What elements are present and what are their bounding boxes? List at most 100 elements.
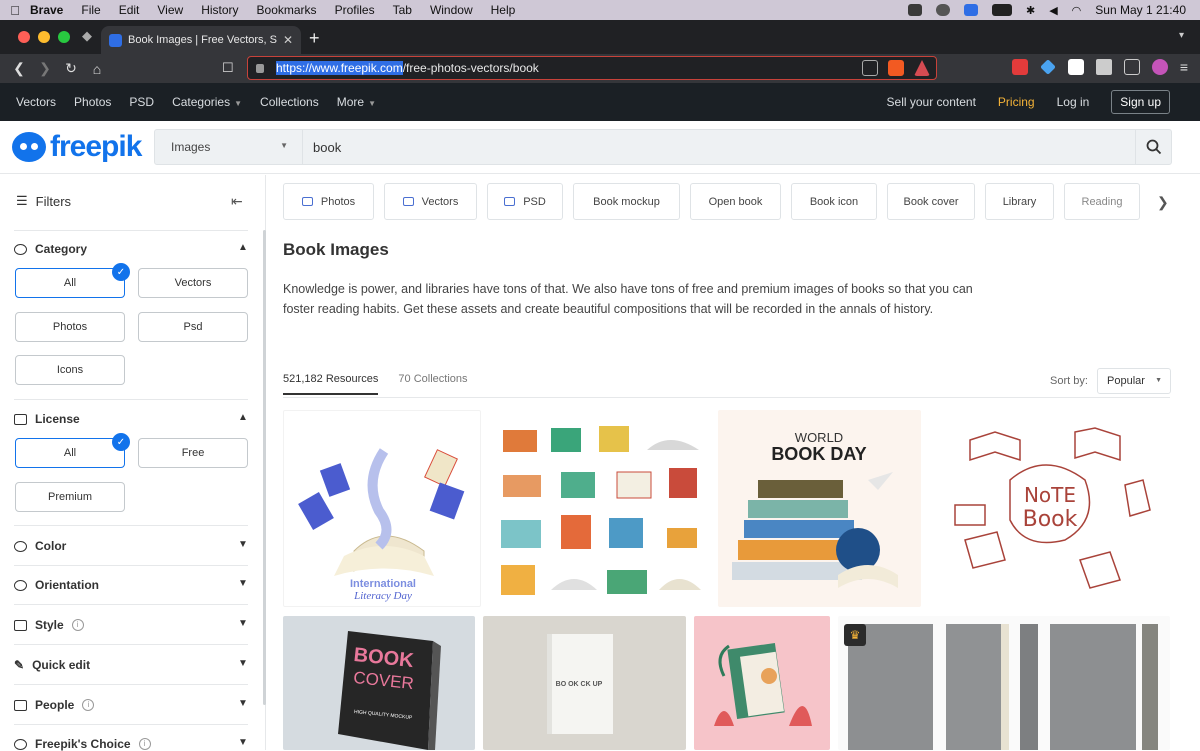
chevron-down-icon[interactable]: ▼ [238,539,248,550]
chevron-down-icon[interactable]: ▼ [238,658,248,669]
signup-button[interactable]: Sign up [1111,90,1170,114]
image-card-book-cover-mockup[interactable]: BOOK COVER HIGH QUALITY MOCKUP [283,616,475,750]
status-app-icon[interactable] [907,4,922,16]
nav-collections[interactable]: Collections [260,95,319,109]
chevron-up-icon[interactable]: ▲ [238,242,248,253]
qr-code-icon[interactable] [862,60,878,76]
status-translate-icon[interactable] [963,4,978,16]
chevron-down-icon[interactable]: ▼ [238,618,248,629]
sidebar-scrollbar[interactable] [263,230,266,705]
license-premium-option[interactable]: Premium [15,482,125,512]
chip-photos[interactable]: Photos [283,183,374,220]
puzzle-extensions-icon[interactable] [1095,59,1112,75]
license-free-option[interactable]: Free [138,438,248,468]
image-card-white-mockup[interactable]: BO OK CK UP [483,616,686,750]
category-all-option[interactable]: All ✓ [15,263,130,298]
x-extension-icon[interactable] [1067,59,1084,75]
tab-collections[interactable]: 70 Collections [398,373,467,395]
new-tab-button[interactable]: + [309,28,320,49]
chevron-down-icon[interactable]: ▼ [238,578,248,589]
bluetooth-icon[interactable]: ✱ [1026,4,1035,17]
forward-button[interactable]: ❯ [32,60,58,77]
category-icons-option[interactable]: Icons [15,355,125,385]
people-filter[interactable]: People i [14,698,95,712]
chevron-down-icon[interactable]: ▼ [238,698,248,709]
chip-vectors[interactable]: Vectors [384,183,477,220]
menu-profiles[interactable]: Profiles [335,3,375,17]
category-vectors-option[interactable]: Vectors [138,268,248,298]
battery-icon[interactable] [991,4,1012,16]
freepiks-choice-filter[interactable]: Freepik's Choice i [14,737,151,751]
license-all-option[interactable]: All ✓ [15,433,130,468]
active-tab[interactable]: Book Images | Free Vectors, Stock ✕ [101,26,301,54]
bookmark-icon[interactable]: ☐ [222,60,234,76]
menu-window[interactable]: Window [430,3,473,17]
chip-book-cover[interactable]: Book cover [887,183,975,220]
back-button[interactable]: ❮ [6,60,32,77]
menu-edit[interactable]: Edit [119,3,140,17]
info-icon[interactable]: i [71,619,84,631]
wallet-icon[interactable] [1123,59,1140,75]
menu-help[interactable]: Help [491,3,516,17]
image-card-gray-books[interactable]: ♛ [838,616,1170,750]
wifi-icon[interactable]: ◠ [1072,4,1082,17]
sort-select[interactable]: Popular ▼ [1097,368,1171,394]
home-button[interactable]: ⌂ [84,61,110,77]
color-filter[interactable]: Color [14,539,66,553]
search-button[interactable] [1135,130,1171,164]
pinned-tab-icon[interactable]: ◆ [76,28,98,48]
quick-edit-filter[interactable]: ✎ Quick edit [14,658,90,672]
chevron-right-icon[interactable]: ❯ [1157,194,1169,211]
chip-book-icon[interactable]: Book icon [791,183,877,220]
image-card-reading-girl[interactable] [694,616,830,750]
gem-extension-icon[interactable] [1039,59,1056,75]
chip-book-mockup[interactable]: Book mockup [573,183,680,220]
clock[interactable]: Sun May 1 21:40 [1095,3,1186,17]
category-photos-option[interactable]: Photos [15,312,125,342]
image-card-note-book[interactable]: NoTE Book [925,410,1170,607]
apple-icon[interactable]:  [0,3,30,18]
category-header[interactable]: Category [14,242,87,256]
menu-bookmarks[interactable]: Bookmarks [257,3,317,17]
tab-search-chevron-icon[interactable]: ▾ [1179,30,1184,41]
image-card-book-icons[interactable] [489,410,710,607]
volume-icon[interactable]: ◀ [1049,4,1057,17]
close-window-button[interactable] [18,31,30,43]
login-link[interactable]: Log in [1057,95,1090,109]
orientation-filter[interactable]: Orientation [14,578,99,592]
brave-rewards-icon[interactable] [914,60,930,76]
menu-history[interactable]: History [201,3,238,17]
menu-file[interactable]: File [81,3,100,17]
status-cloud-icon[interactable] [935,4,950,16]
browser-menu-icon[interactable]: ≡ [1180,59,1188,75]
chip-library[interactable]: Library [985,183,1054,220]
minimize-window-button[interactable] [38,31,50,43]
tab-resources[interactable]: 521,182 Resources [283,373,379,395]
chevron-up-icon[interactable]: ▲ [238,412,248,423]
search-input[interactable]: book [303,140,341,155]
category-psd-option[interactable]: Psd [138,312,248,342]
chip-open-book[interactable]: Open book [690,183,781,220]
chevron-down-icon[interactable]: ▼ [238,737,248,748]
chip-reading[interactable]: Reading [1064,183,1140,220]
nav-categories[interactable]: Categories ▼ [172,95,242,109]
style-filter[interactable]: Style i [14,618,84,632]
image-card-world-book-day[interactable]: WORLD BOOK DAY [718,410,921,607]
license-header[interactable]: License [14,412,80,426]
chip-psd[interactable]: PSD [487,183,563,220]
freepik-logo[interactable]: freepik [12,130,142,164]
nav-more[interactable]: More ▼ [337,95,376,109]
search-type-select[interactable]: Images ▼ [155,130,303,164]
address-bar[interactable]: https://www.freepik.com/free-photos-vect… [247,56,937,80]
image-card-literacy-day[interactable]: International Literacy Day [283,410,481,607]
zoom-window-button[interactable] [58,31,70,43]
close-tab-icon[interactable]: ✕ [283,33,293,47]
video-extension-icon[interactable] [1011,59,1028,75]
menu-app-name[interactable]: Brave [30,3,63,17]
sell-content-link[interactable]: Sell your content [887,95,976,109]
pricing-link[interactable]: Pricing [998,95,1035,109]
reload-button[interactable]: ↻ [58,60,84,77]
collapse-sidebar-icon[interactable]: ⇤ [231,193,243,210]
info-icon[interactable]: i [138,738,151,750]
profile-avatar[interactable] [1151,59,1168,75]
